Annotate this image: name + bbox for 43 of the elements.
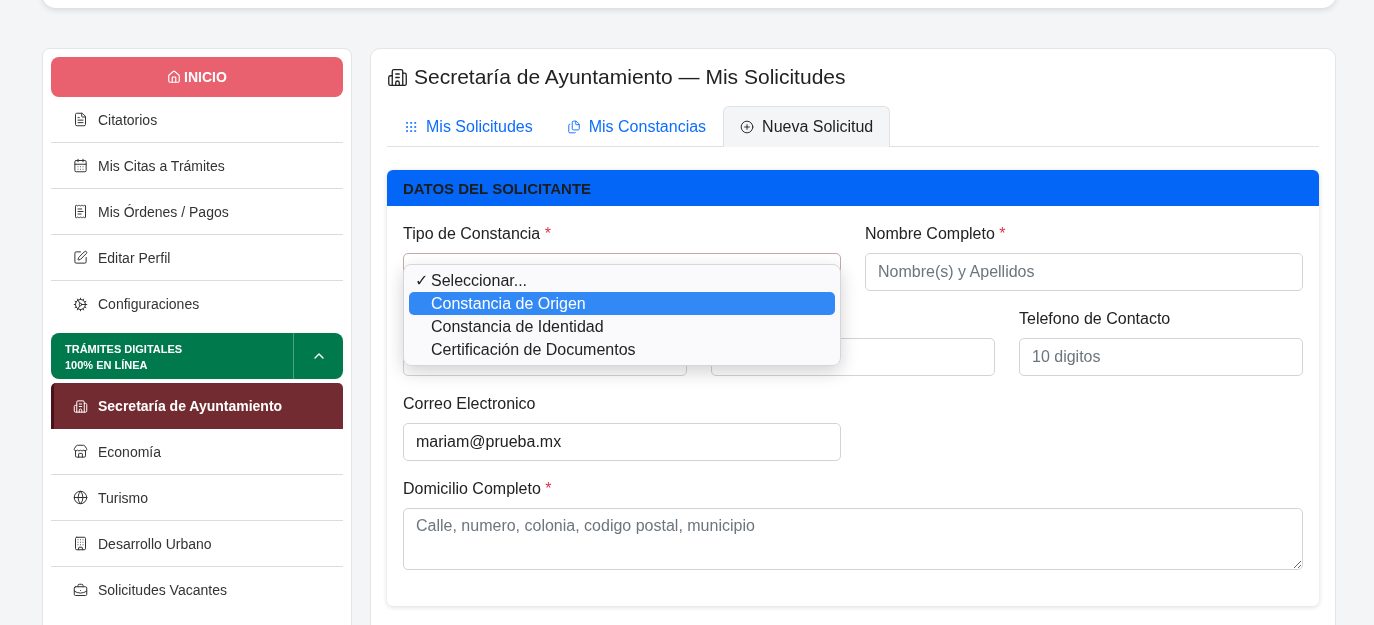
sidebar-item[interactable]: Citatorios (51, 97, 343, 143)
sidebar-item[interactable]: Configuraciones (51, 281, 343, 327)
sidebar-item[interactable]: Mis Órdenes / Pagos (51, 189, 343, 235)
menu-icon (73, 398, 88, 414)
sidebar-item[interactable]: Turismo (51, 475, 343, 521)
menu-icon (73, 112, 88, 127)
input-field[interactable]: mariam@prueba.mx (403, 423, 841, 461)
sidebar-item[interactable]: Secretaría de Ayuntamiento (51, 383, 343, 429)
field-label: Nombre Completo * (865, 225, 1007, 243)
field-label: Correo Electronico (403, 395, 537, 413)
sidebar-item[interactable]: Editar Perfil (51, 235, 343, 281)
sidebar-item[interactable]: Solicitudes Vacantes (51, 567, 343, 613)
menu-icon (73, 204, 88, 219)
tab[interactable]: Nueva Solicitud (723, 106, 891, 147)
tab-icon (566, 120, 581, 134)
sidebar-item[interactable]: Mis Citas a Trámites (51, 143, 343, 189)
tab[interactable]: Mis Constancias (549, 106, 724, 147)
section-header: DATOS DEL SOLICITANTE (387, 170, 1319, 206)
menu-icon (73, 444, 88, 459)
field-label: Telefono de Contacto (1019, 310, 1172, 328)
field-label: Domicilio Completo * (403, 480, 553, 498)
menu-icon (73, 582, 88, 598)
menu-icon (73, 490, 88, 505)
section-title: TRÁMITES DIGITALES 100% EN LÍNEA (64, 342, 184, 373)
text-area[interactable]: Calle, numero, colonia, codigo postal, municipio (403, 508, 1303, 570)
dropdown-option[interactable]: ✓ Seleccionar... (409, 269, 835, 292)
dropdown-option[interactable]: Certificación de Documentos (409, 338, 835, 361)
menu-icon (73, 158, 88, 173)
tab[interactable]: Mis Solicitudes (387, 106, 550, 147)
input-field[interactable]: 10 digitos (1019, 338, 1303, 376)
dropdown-option[interactable]: Constancia de Identidad (409, 315, 835, 338)
sidebar-item[interactable]: Economía (51, 429, 343, 475)
menu-icon (73, 296, 88, 312)
tab-icon (404, 120, 418, 134)
field-label: Tipo de Constancia * (403, 225, 552, 243)
sidebar-item[interactable]: Desarrollo Urbano (51, 521, 343, 567)
menu-icon (73, 536, 88, 551)
input-field[interactable]: Nombre(s) y Apellidos (865, 253, 1303, 291)
building-icon (387, 66, 408, 88)
home-icon (167, 70, 182, 84)
menu-icon (73, 250, 88, 265)
tab-icon (740, 120, 755, 134)
page-title: Secretaría de Ayuntamiento — Mis Solicitudes (387, 65, 1319, 89)
